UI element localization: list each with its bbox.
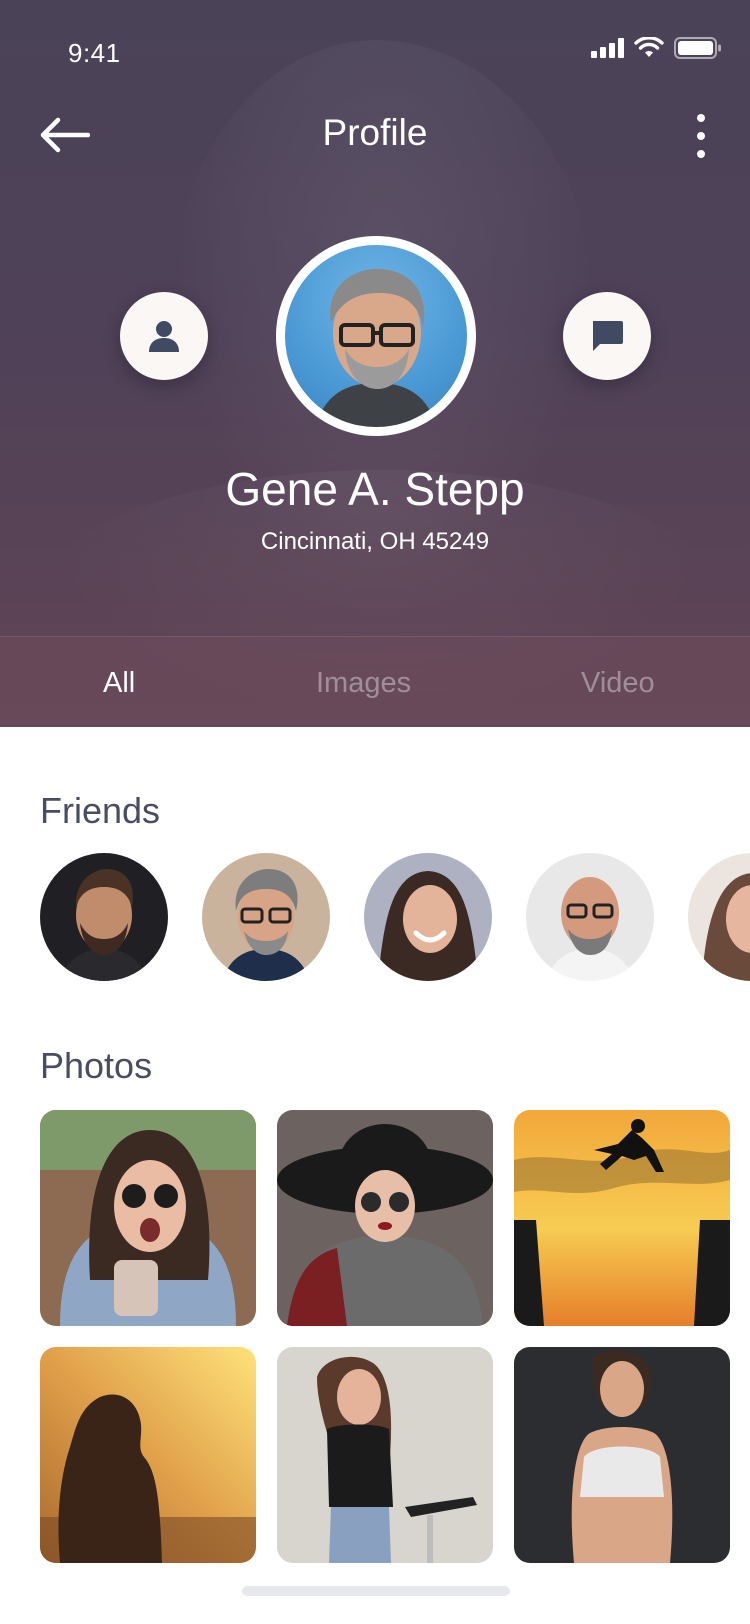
status-time: 9:41 [68,38,121,68]
friend-avatar[interactable] [40,853,168,981]
photo-woman-fitness [514,1347,730,1563]
cellular-signal-icon [591,38,624,58]
friend-portrait [526,853,654,981]
more-dot-icon [697,150,705,158]
tab-images[interactable]: Images [316,667,411,700]
battery-icon [674,37,721,59]
wifi-icon [634,37,664,57]
tab-all[interactable]: All [103,667,135,700]
photo-thumbnail[interactable] [277,1347,493,1563]
friend-portrait [688,853,750,981]
friend-avatar[interactable] [202,853,330,981]
page-title: Profile [322,112,428,153]
user-icon [149,321,179,352]
friend-portrait [364,853,492,981]
friends-list [40,853,750,983]
photo-thumbnail[interactable] [514,1110,730,1326]
profile-avatar [276,236,476,436]
photo-thumbnail[interactable] [40,1347,256,1563]
photos-section-title: Photos [40,1045,153,1086]
more-dot-icon [697,132,705,140]
photo-thumbnail[interactable] [514,1347,730,1563]
friends-section-title: Friends [40,790,161,831]
more-options-button[interactable] [686,114,716,158]
photo-woman-sunglasses-phone [40,1110,256,1326]
photo-thumbnail[interactable] [277,1110,493,1326]
navigation-bar: Profile [0,100,750,170]
status-bar: 9:41 [0,0,750,88]
photo-woman-bike [277,1347,493,1563]
more-dot-icon [697,114,705,122]
profile-header: 9:41 Profile Gene A. Stepp Cincinnati, O… [0,0,750,727]
message-button[interactable] [563,292,651,380]
photo-jump-sunset [514,1110,730,1326]
friend-avatar[interactable] [364,853,492,981]
photo-silhouette-sunset [40,1347,256,1563]
content-tabs: All Images Video [0,636,750,727]
friend-portrait [202,853,330,981]
profile-name: Gene A. Stepp [225,463,525,515]
friend-avatar[interactable] [526,853,654,981]
follow-user-button[interactable] [120,292,208,380]
profile-avatar-portrait [315,268,437,427]
status-icons [591,36,722,60]
profile-location: Cincinnati, OH 45249 [260,528,490,555]
tab-video[interactable]: Video [581,667,655,700]
chat-bubble-icon [593,321,623,351]
home-indicator[interactable] [242,1586,510,1596]
photo-woman-hat [277,1110,493,1326]
friend-avatar[interactable] [688,853,750,981]
photo-thumbnail[interactable] [40,1110,256,1326]
friend-portrait [40,853,168,981]
